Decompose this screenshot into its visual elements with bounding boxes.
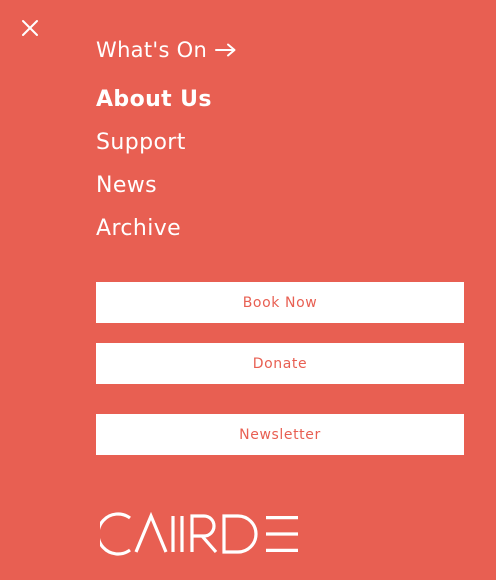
- nav-item-about-us[interactable]: About Us: [96, 84, 212, 127]
- whats-on-label: What's On: [96, 38, 208, 62]
- nav-item-support[interactable]: Support: [96, 127, 212, 170]
- book-now-button[interactable]: Book Now: [96, 282, 464, 323]
- whats-on-link[interactable]: What's On: [96, 36, 237, 64]
- donate-button[interactable]: Donate: [96, 343, 464, 384]
- nav-item-news[interactable]: News: [96, 170, 212, 213]
- arrow-right-icon: [215, 43, 237, 57]
- newsletter-button[interactable]: Newsletter: [96, 414, 464, 455]
- menu-panel: What's On About Us Support News Archive …: [0, 0, 496, 580]
- nav-item-archive[interactable]: Archive: [96, 213, 212, 256]
- close-icon: [22, 20, 38, 36]
- close-button[interactable]: [20, 18, 40, 38]
- main-nav: About Us Support News Archive: [96, 84, 212, 256]
- cairde-logo[interactable]: [100, 512, 302, 556]
